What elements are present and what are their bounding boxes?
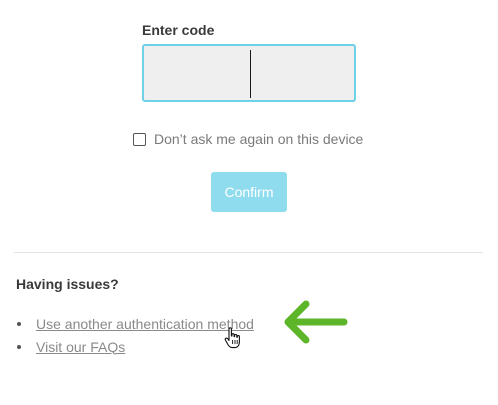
enter-code-label: Enter code (142, 22, 215, 38)
remember-device-checkbox[interactable] (133, 132, 146, 146)
list-item: Use another authentication method (16, 312, 254, 335)
bullet (17, 321, 21, 326)
remember-device-row[interactable]: Don’t ask me again on this device (133, 130, 363, 148)
hand-pointer-icon (224, 327, 240, 349)
another-auth-method-link[interactable]: Use another authentication method (36, 316, 254, 332)
left-arrow-icon (284, 300, 348, 344)
confirm-button[interactable]: Confirm (211, 172, 287, 212)
section-divider (14, 252, 483, 253)
help-links-list: Use another authentication method Visit … (16, 312, 254, 358)
remember-device-label: Don’t ask me again on this device (154, 131, 364, 147)
visit-faqs-link[interactable]: Visit our FAQs (36, 339, 125, 355)
code-input[interactable] (142, 44, 356, 102)
text-caret (250, 50, 251, 98)
two-factor-page: Enter code Don’t ask me again on this de… (0, 0, 498, 405)
list-item: Visit our FAQs (16, 335, 254, 358)
having-issues-heading: Having issues? (16, 276, 119, 292)
bullet (17, 344, 21, 349)
